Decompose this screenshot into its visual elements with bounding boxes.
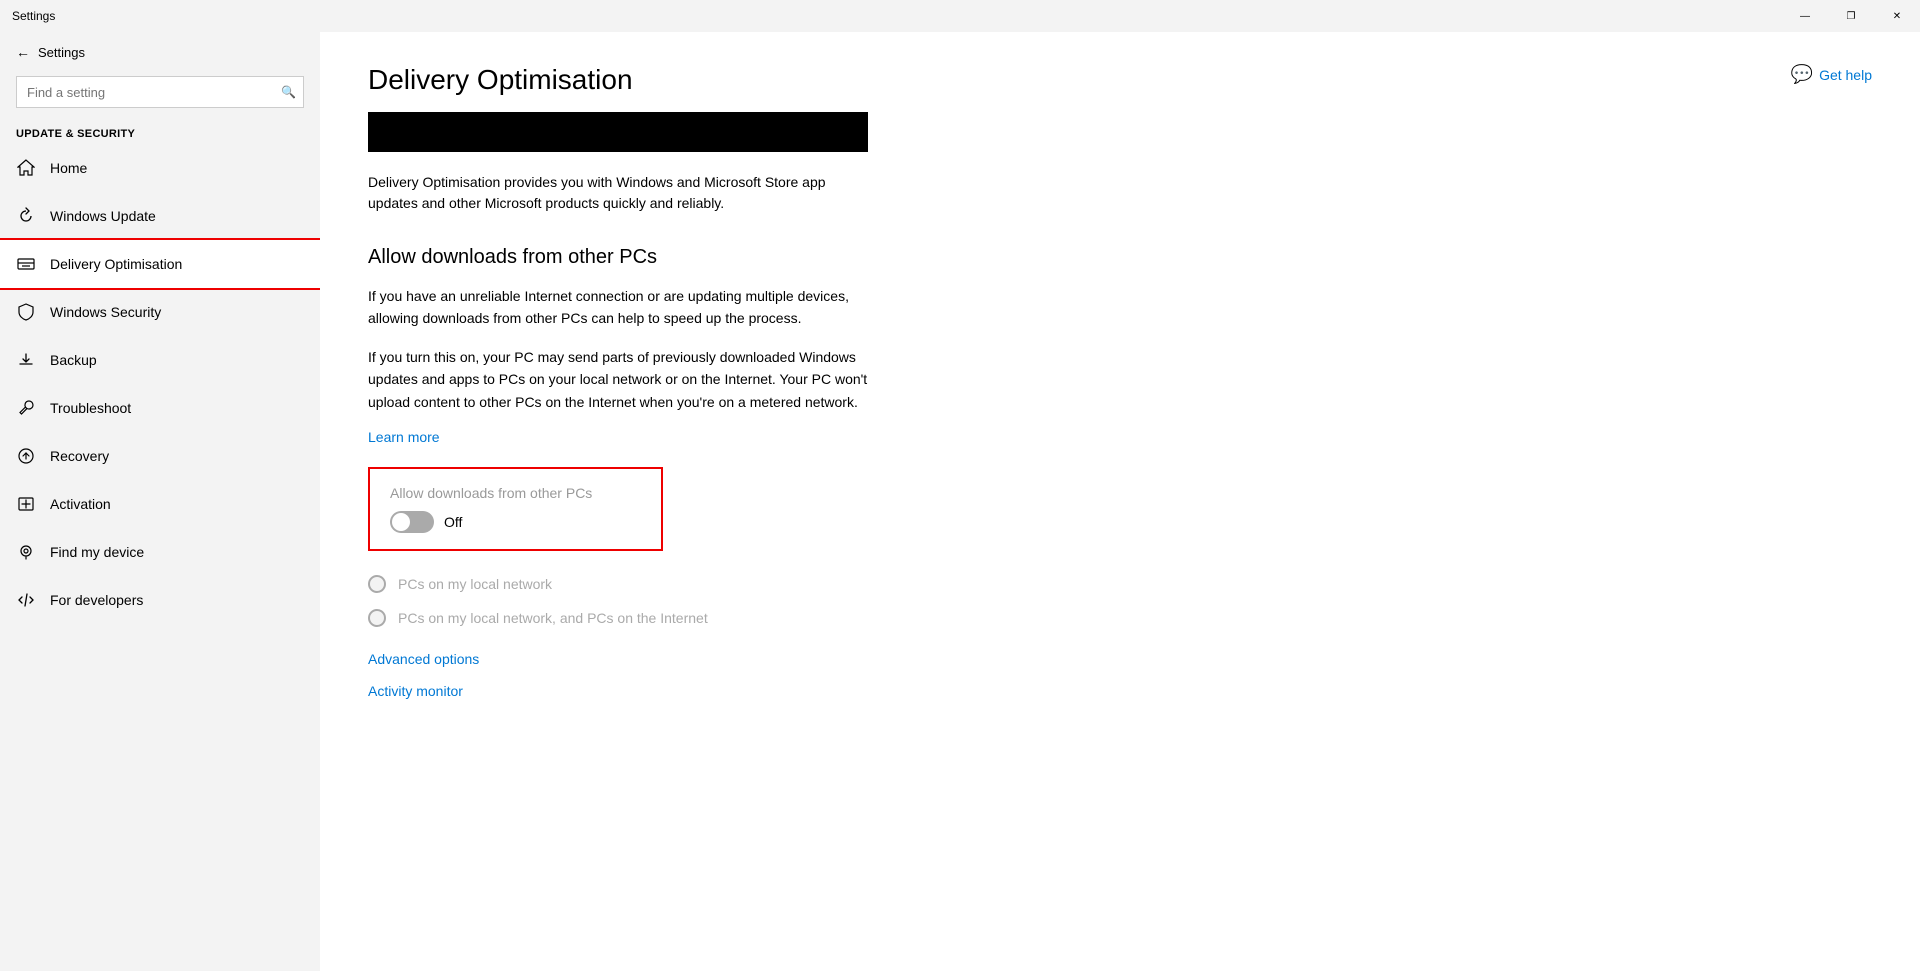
get-help-button[interactable]: 💬 Get help [1791,64,1872,85]
activation-icon [16,494,36,514]
main-content: 💬 Get help Delivery Optimisation Deliver… [320,32,1920,971]
sidebar-item-recovery[interactable]: Recovery [0,432,320,480]
sidebar-item-home[interactable]: Home [0,144,320,192]
wrench-icon [16,398,36,418]
radio-option-internet[interactable]: PCs on my local network, and PCs on the … [368,609,1872,627]
toggle-row: Off [390,511,641,533]
activity-monitor-link[interactable]: Activity monitor [368,683,1872,699]
radio-option-local[interactable]: PCs on my local network [368,575,1872,593]
toggle-knob [392,513,410,531]
radio-label-local: PCs on my local network [398,576,552,592]
search-input[interactable] [16,76,304,108]
maximize-button[interactable]: ❐ [1828,0,1874,32]
back-arrow-icon: ← [16,44,30,60]
sidebar-item-for-developers[interactable]: For developers [0,576,320,624]
sidebar-item-delivery-optimisation[interactable]: Delivery Optimisation [0,240,320,288]
app-body: ← Settings 🔍 Update & Security Home [0,32,1920,971]
advanced-options-link[interactable]: Advanced options [368,651,1872,667]
sidebar-item-windows-update[interactable]: Windows Update [0,192,320,240]
toggle-label: Allow downloads from other PCs [390,485,641,501]
back-label: Settings [38,45,85,60]
sidebar-item-security-label: Windows Security [50,304,161,320]
sidebar-item-find-label: Find my device [50,544,144,560]
redacted-bar [368,112,868,152]
sidebar: ← Settings 🔍 Update & Security Home [0,32,320,971]
sidebar-item-find-my-device[interactable]: Find my device [0,528,320,576]
window-controls: — ❐ ✕ [1782,0,1920,32]
get-help-icon: 💬 [1791,64,1813,85]
update-icon [16,206,36,226]
find-icon [16,542,36,562]
dev-icon [16,590,36,610]
learn-more-link[interactable]: Learn more [368,429,440,445]
toggle-box: Allow downloads from other PCs Off [368,467,663,551]
toggle-switch[interactable] [390,511,434,533]
search-container: 🔍 [16,76,304,108]
sidebar-item-troubleshoot[interactable]: Troubleshoot [0,384,320,432]
app-title: Settings [12,9,55,23]
recovery-icon [16,446,36,466]
close-button[interactable]: ✕ [1874,0,1920,32]
backup-icon [16,350,36,370]
minimize-button[interactable]: — [1782,0,1828,32]
bottom-links: Advanced options Activity monitor [368,651,1872,699]
titlebar: Settings — ❐ ✕ [0,0,1920,32]
sidebar-item-troubleshoot-label: Troubleshoot [50,400,131,416]
page-title: Delivery Optimisation [368,64,1872,96]
search-icon: 🔍 [281,85,296,99]
body-text-1: If you have an unreliable Internet conne… [368,285,868,330]
shield-icon [16,302,36,322]
sidebar-item-developers-label: For developers [50,592,143,608]
section-title: Allow downloads from other PCs [368,246,1872,269]
sidebar-item-home-label: Home [50,160,87,176]
radio-circle-local [368,575,386,593]
sidebar-item-activation[interactable]: Activation [0,480,320,528]
home-icon [16,158,36,178]
sidebar-item-recovery-label: Recovery [50,448,109,464]
description-text: Delivery Optimisation provides you with … [368,172,868,214]
toggle-state-label: Off [444,514,462,530]
sidebar-item-activation-label: Activation [50,496,111,512]
radio-circle-internet [368,609,386,627]
sidebar-item-windows-security[interactable]: Windows Security [0,288,320,336]
section-label: Update & Security [0,120,320,144]
sidebar-item-windows-update-label: Windows Update [50,208,156,224]
back-button[interactable]: ← Settings [0,32,320,72]
sidebar-item-delivery-label: Delivery Optimisation [50,256,182,272]
body-text-2: If you turn this on, your PC may send pa… [368,346,868,413]
radio-label-internet: PCs on my local network, and PCs on the … [398,610,708,626]
sidebar-item-backup-label: Backup [50,352,97,368]
delivery-icon [16,254,36,274]
sidebar-item-backup[interactable]: Backup [0,336,320,384]
get-help-label: Get help [1819,67,1872,83]
